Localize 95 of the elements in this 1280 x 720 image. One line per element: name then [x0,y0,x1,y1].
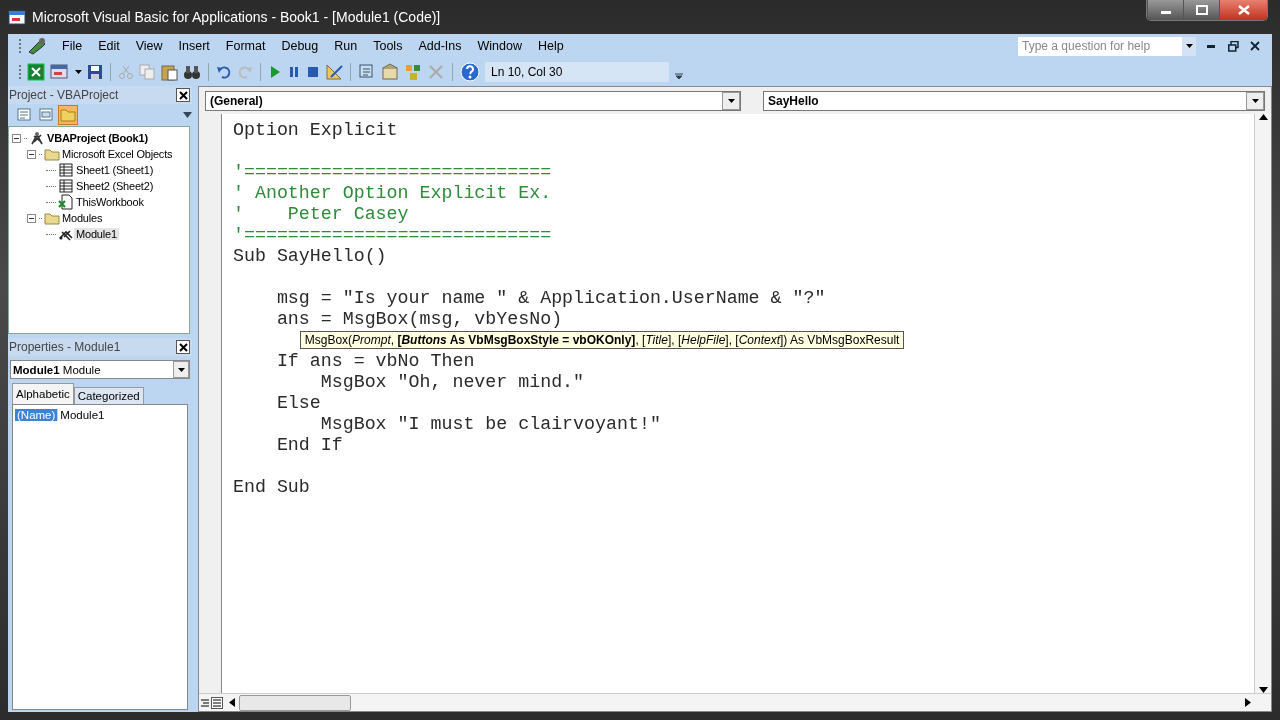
code-line: MsgBox "I must be clairvoyant!" [319,414,661,434]
dropdown-arrow-icon [727,99,735,103]
workbook-icon [58,194,74,210]
tree-item[interactable]: Microsoft Excel Objects [60,148,175,160]
code-line: End Sub [233,477,310,497]
scroll-arrow-icon[interactable] [183,112,192,118]
spreadsheet-icon[interactable] [27,63,45,81]
window-title: Microsoft Visual Basic for Applications - Book1 - [Module1 (Code)] [32,9,442,25]
collapse-toggle[interactable] [12,133,21,143]
menu-item[interactable]: View [127,36,171,56]
close-icon [178,342,188,352]
menu-item[interactable]: Help [529,36,572,56]
panel-title: Properties - Module1 [9,340,121,354]
folder-icon [60,107,76,123]
dropdown-arrow-icon [1185,44,1193,48]
tree-item[interactable]: Sheet1 (Sheet1) [74,164,156,176]
clipboard-icon[interactable] [160,63,178,81]
help-search-field[interactable]: Type a question for help [1018,36,1196,56]
menu-item[interactable]: Run [326,36,366,56]
scroll-right-icon[interactable] [1245,698,1251,707]
tree-item[interactable]: Sheet2 (Sheet2) [74,180,156,192]
scrollbar-thumb[interactable] [239,694,351,711]
code-line: ans = MsgBox(msg, vbYesNo) [275,309,563,329]
code-line: Else [275,393,321,413]
code-line: End If [275,435,343,455]
collapse-toggle[interactable] [27,149,36,159]
pause-icon[interactable] [287,65,301,79]
undo-icon[interactable] [216,64,232,80]
tab[interactable]: Alphabetic [12,383,74,404]
restore-icon [1227,40,1239,52]
close-icon [1237,5,1250,15]
procedure-dropdown[interactable]: SayHello [763,91,1265,111]
object-browser-icon[interactable] [404,63,422,81]
menu-item[interactable]: File [54,36,91,56]
project-icon [29,130,45,146]
code-comment: ' Another Option Explicit Ex. [233,183,552,203]
close-button[interactable] [176,340,190,354]
panel-title: Project - VBAProject [9,88,119,102]
tree-item[interactable]: ThisWorkbook [74,196,146,208]
sheet-icon [58,162,74,178]
stop-icon[interactable] [306,65,320,79]
close-button[interactable] [176,88,190,102]
tree-item[interactable]: Modules [60,212,105,224]
close-button[interactable] [1219,0,1267,20]
dropdown-arrow-icon [1251,99,1259,103]
cursor-position: Ln 10, Col 30 [485,62,669,82]
menu-item[interactable]: Format [217,36,274,56]
save-icon[interactable] [87,64,103,80]
minimize-icon [1207,44,1215,48]
dropdown-arrow-icon [177,367,185,372]
code-line: MsgBox "Oh, never mind." [319,372,585,392]
menu-item[interactable]: Debug [273,36,327,56]
menu-item[interactable]: Window [469,36,530,56]
grip-icon [18,63,22,81]
dropdown-arrow-icon[interactable] [75,70,82,74]
binoculars-icon[interactable] [183,64,201,80]
collapse-toggle[interactable] [27,213,36,223]
menu-item[interactable]: Tools [365,36,411,56]
code-line: Sub SayHello() [233,246,387,266]
window-icon [8,8,26,26]
help-icon[interactable] [460,62,480,82]
code-line: msg = "Is your name " & Application.UserName & "?" [275,288,826,308]
form-icon[interactable] [50,63,70,81]
sheet-icon [58,178,74,194]
view-object-icon [38,107,54,123]
properties-icon[interactable] [381,63,399,81]
maximize-button[interactable] [1183,0,1219,20]
close-icon [178,90,188,100]
code-comment: '============================ [233,225,552,245]
scroll-left-icon[interactable] [229,698,235,707]
object-dropdown[interactable]: Module1 Module [10,360,190,379]
menu-item[interactable]: Add-Ins [410,36,470,56]
code-line: If ans = vbNo Then [275,351,475,371]
signature-tooltip: MsgBox(Prompt, [Buttons As VbMsgBoxStyle = vbOKOnly], [Title], [HelpFile], [Context]) As VbMsgBoxResult [299,331,905,350]
procedure-view-icon[interactable] [199,696,211,709]
property-value[interactable]: Module1 [57,408,107,421]
code-comment: '============================ [233,162,552,182]
menu-item[interactable]: Insert [170,36,218,56]
tree-item[interactable]: Module1 [74,228,119,240]
full-module-view-icon[interactable] [211,696,223,709]
tree-item[interactable]: VBAProject (Book1) [45,132,150,144]
view-code-icon [16,107,32,123]
folder-icon [44,210,60,226]
minimize-button[interactable] [1147,0,1183,20]
property-name[interactable]: (Name) [15,408,58,421]
folder-icon [44,146,60,162]
tab[interactable]: Categorized [73,387,144,404]
maximize-icon [1195,5,1208,15]
object-dropdown[interactable]: (General) [205,91,741,111]
design-mode-icon[interactable] [325,63,343,81]
grip-icon [18,37,22,55]
code-comment: ' Peter Casey [233,204,409,224]
close-icon [1250,41,1260,51]
code-line: Option Explicit [233,120,398,140]
menu-item[interactable]: Edit [90,36,128,56]
